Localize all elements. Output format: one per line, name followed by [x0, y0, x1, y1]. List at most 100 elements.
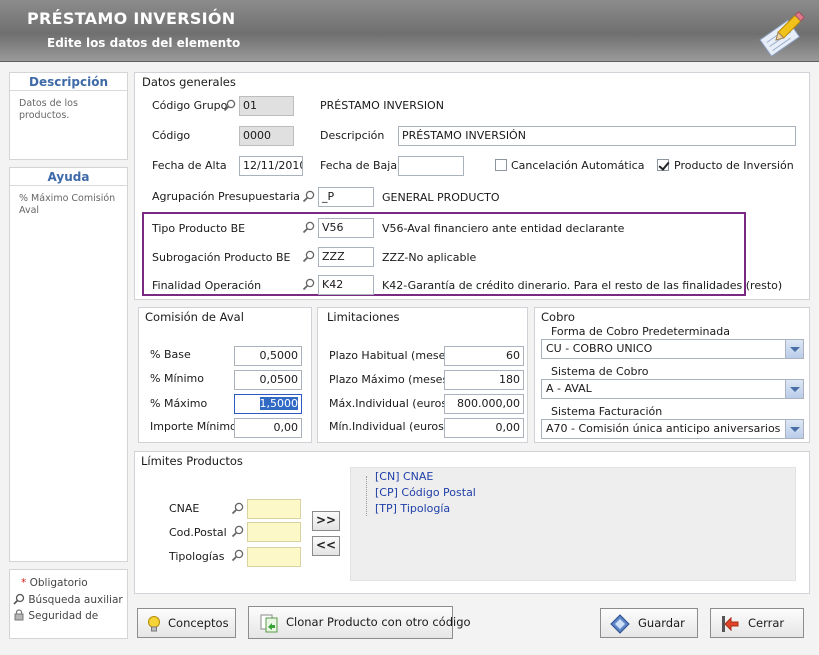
importe-minimo-field[interactable]: 0,00 — [234, 418, 302, 438]
cnae-field[interactable] — [247, 499, 301, 519]
cnae-search-icon[interactable] — [231, 502, 244, 515]
tipo-producto-search-icon[interactable] — [302, 221, 315, 234]
cobro-title: Cobro — [541, 310, 575, 324]
lightbulb-icon — [148, 616, 160, 632]
cancelacion-label: Cancelación Automática — [511, 159, 645, 172]
importe-minimo-label: Importe Mínimo — [150, 420, 237, 433]
clone-document-icon — [260, 614, 278, 633]
clonar-label: Clonar Producto con otro código — [286, 615, 471, 629]
finalidad-field[interactable]: K42 — [318, 275, 374, 295]
codigo-grupo-label: Código Grupo — [152, 99, 228, 112]
finalidad-search-icon[interactable] — [302, 278, 315, 291]
min-individual-field[interactable]: 0,00 — [444, 418, 524, 438]
add-button[interactable]: >> — [312, 511, 340, 531]
base-field[interactable]: 0,5000 — [234, 346, 302, 366]
tipo-producto-desc: V56-Aval financiero ante entidad declara… — [382, 222, 625, 235]
cnae-label: CNAE — [169, 502, 200, 515]
producto-inversion-label: Producto de Inversión — [674, 159, 794, 172]
chevron-down-icon[interactable] — [785, 340, 803, 358]
facturacion-select[interactable]: A70 - Comisión única anticipo aniversari… — [541, 419, 804, 439]
fecha-baja-label: Fecha de Baja — [320, 159, 398, 172]
help-panel: Ayuda % Máximo Comisión Aval — [9, 167, 128, 562]
plazo-maximo-field[interactable]: 180 — [444, 370, 524, 390]
tree-connector — [366, 476, 367, 516]
page-title: PRÉSTAMO INVERSIÓN — [27, 9, 236, 28]
subrogacion-field[interactable]: ZZZ — [318, 247, 374, 267]
magnifier-icon — [13, 593, 25, 605]
cerrar-button[interactable]: Cerrar — [710, 608, 804, 638]
max-individual-field[interactable]: 800.000,00 — [444, 394, 524, 414]
min-individual-label: Mín.Individual (euros) — [329, 420, 449, 433]
agrupacion-field[interactable]: _P — [318, 187, 374, 207]
forma-cobro-label: Forma de Cobro Predeterminada — [551, 325, 730, 338]
comision-title: Comisión de Aval — [145, 310, 244, 324]
agrupacion-label: Agrupación Presupuestaria — [152, 190, 301, 203]
cod-postal-label: Cod.Postal — [169, 526, 227, 539]
forma-cobro-value: CU - COBRO UNICO — [546, 342, 653, 355]
tipo-producto-field[interactable]: V56 — [318, 218, 374, 238]
agrupacion-search-icon[interactable] — [302, 190, 315, 203]
limitaciones-title: Limitaciones — [327, 310, 400, 324]
minimo-field[interactable]: 0,0500 — [234, 370, 302, 390]
description-panel: Descripción Datos de los productos. — [9, 72, 128, 160]
lock-icon — [14, 609, 24, 621]
maximo-label: % Máximo — [150, 397, 208, 410]
plazo-habitual-label: Plazo Habitual (meses) — [329, 349, 456, 362]
cod-postal-search-icon[interactable] — [231, 525, 244, 538]
help-title: Ayuda — [10, 168, 127, 186]
edit-pencil-icon — [759, 11, 805, 56]
remove-button[interactable]: << — [312, 536, 340, 556]
codigo-grupo-name: PRÉSTAMO INVERSION — [320, 99, 444, 112]
fecha-alta-field[interactable]: 12/11/2010 — [239, 156, 303, 176]
list-item[interactable]: [CN] CNAE — [375, 470, 433, 483]
clonar-button[interactable]: Clonar Producto con otro código — [248, 606, 471, 639]
plazo-habitual-field[interactable]: 60 — [444, 346, 524, 366]
codigo-label: Código — [152, 129, 191, 142]
description-title: Descripción — [10, 73, 127, 91]
codigo-grupo-field: 01 — [239, 96, 294, 116]
cancelacion-checkbox[interactable] — [495, 159, 507, 171]
list-item[interactable]: [CP] Código Postal — [375, 486, 476, 499]
forma-cobro-select[interactable]: CU - COBRO UNICO — [541, 339, 804, 359]
legend-panel: * Obligatorio Búsqueda auxiliar Segurida… — [9, 569, 128, 639]
descripcion-label: Descripción — [320, 129, 385, 142]
guardar-label: Guardar — [638, 616, 685, 630]
fecha-baja-field[interactable] — [398, 156, 464, 176]
producto-inversion-checkbox[interactable] — [657, 159, 669, 171]
facturacion-label: Sistema Facturación — [551, 405, 663, 418]
sistema-cobro-value: A - AVAL — [546, 382, 592, 395]
description-text: Datos de los productos. — [19, 98, 78, 121]
tipo-producto-label: Tipo Producto BE — [152, 222, 246, 235]
conceptos-button[interactable]: Conceptos — [137, 608, 236, 638]
fecha-alta-label: Fecha de Alta — [152, 159, 227, 172]
sistema-cobro-select[interactable]: A - AVAL — [541, 379, 804, 399]
legend-aux-search: Búsqueda auxiliar — [13, 593, 123, 606]
limites-list[interactable]: [CN] CNAE [CP] Código Postal [TP] Tipolo… — [350, 467, 796, 581]
list-item[interactable]: [TP] Tipología — [375, 502, 450, 515]
maximo-field[interactable]: 1,5000 — [234, 394, 302, 414]
subrogacion-search-icon[interactable] — [302, 250, 315, 263]
legend-required-label: Obligatorio — [29, 577, 88, 589]
tipologias-field[interactable] — [247, 547, 301, 567]
codigo-field: 0000 — [239, 126, 294, 146]
maximo-selected-value: 1,5000 — [259, 397, 298, 410]
general-title: Datos generales — [142, 75, 236, 89]
legend-security-label: Seguridad de — [28, 610, 99, 622]
codigo-grupo-search-icon[interactable] — [223, 99, 236, 112]
finalidad-desc: K42-Garantía de crédito dinerario. Para … — [382, 279, 783, 292]
guardar-button[interactable]: Guardar — [600, 608, 698, 638]
cod-postal-field[interactable] — [247, 522, 301, 542]
legend-security: Seguridad de — [13, 609, 98, 622]
save-diamond-icon — [610, 614, 630, 634]
subrogacion-label: Subrogación Producto BE — [152, 251, 291, 264]
required-mark: * — [21, 577, 27, 589]
base-label: % Base — [150, 348, 191, 361]
subrogacion-desc: ZZZ-No aplicable — [382, 251, 477, 264]
chevron-down-icon[interactable] — [785, 380, 803, 398]
tipologias-label: Tipologías — [169, 550, 225, 563]
limites-title: Límites Productos — [141, 454, 243, 468]
chevron-down-icon[interactable] — [785, 420, 803, 438]
legend-required: * Obligatorio — [21, 577, 88, 589]
descripcion-field[interactable]: PRÉSTAMO INVERSIÓN — [398, 126, 796, 146]
tipologias-search-icon[interactable] — [231, 549, 244, 562]
